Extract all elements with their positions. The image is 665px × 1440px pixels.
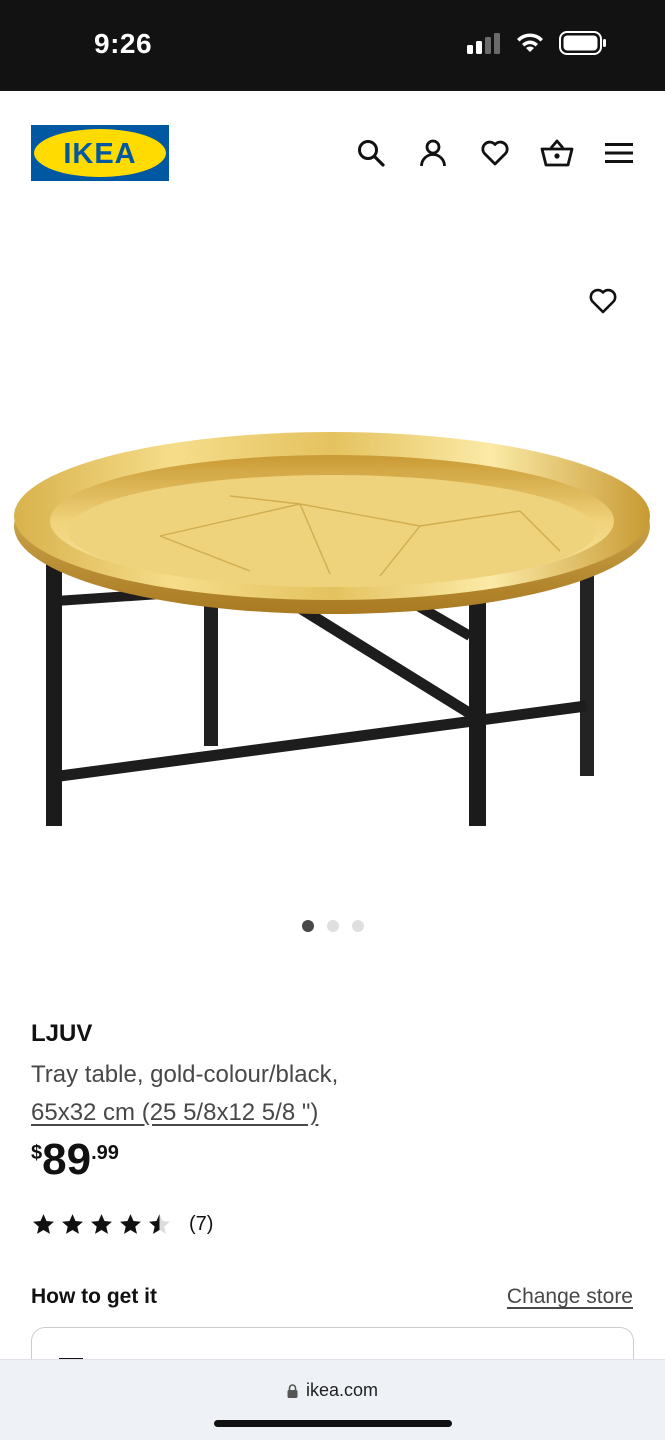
menu-button[interactable] — [601, 135, 637, 171]
ikea-logo[interactable]: IKEA — [31, 125, 169, 181]
wifi-icon — [517, 33, 543, 52]
star-icon — [62, 1214, 83, 1234]
gallery-dot[interactable] — [326, 920, 339, 932]
wishlist-button[interactable] — [477, 135, 513, 171]
account-button[interactable] — [415, 135, 451, 171]
rating-stars — [31, 1212, 172, 1237]
svg-text:IKEA: IKEA — [63, 138, 136, 170]
star-icon — [120, 1214, 141, 1234]
star-icon — [91, 1214, 112, 1234]
search-button[interactable] — [353, 135, 389, 171]
half-star-icon — [149, 1214, 170, 1234]
search-icon — [358, 140, 385, 167]
price-integer: 89 — [42, 1135, 92, 1184]
account-icon — [420, 139, 446, 167]
cellular-signal-icon — [467, 33, 500, 54]
product-price: $ 89 .99 — [31, 1136, 119, 1184]
gallery-pagination — [0, 920, 665, 932]
price-currency: $ — [31, 1142, 43, 1164]
status-time: 9:26 — [94, 28, 153, 59]
url-text: ikea.com — [305, 1380, 379, 1400]
wishlist-icon — [481, 140, 509, 166]
site-header: IKEA — [0, 91, 665, 216]
battery-icon — [559, 31, 606, 55]
status-bar: 9:26 — [0, 0, 665, 91]
browser-toolbar: ikea.com — [0, 1359, 665, 1440]
address-bar[interactable]: ikea.com — [0, 1380, 665, 1401]
status-icons — [467, 31, 607, 55]
basket-button[interactable] — [539, 135, 575, 171]
basket-icon — [540, 139, 574, 167]
menu-icon — [605, 143, 633, 163]
star-icon — [33, 1214, 54, 1234]
gallery-dot[interactable] — [351, 920, 364, 932]
add-to-favourites-button[interactable] — [584, 282, 622, 320]
change-store-link[interactable]: Change store — [507, 1285, 633, 1309]
review-count[interactable]: (7) — [189, 1213, 213, 1236]
price-decimal: .99 — [91, 1142, 119, 1164]
product-type: Tray table, gold-colour/black, — [31, 1061, 339, 1088]
product-name: LJUV — [31, 1020, 93, 1047]
lock-icon — [287, 1383, 298, 1398]
product-rating[interactable]: (7) — [31, 1212, 213, 1237]
gallery-dot[interactable] — [301, 920, 314, 932]
product-description: Tray table, gold-colour/black, 65x32 cm … — [31, 1056, 451, 1132]
home-indicator[interactable] — [214, 1420, 452, 1427]
product-size-link[interactable]: 65x32 cm (25 5/8x12 5/8 ") — [31, 1099, 318, 1126]
how-to-get-it-heading: How to get it — [31, 1285, 157, 1308]
product-image[interactable] — [0, 326, 665, 826]
product-gallery[interactable] — [0, 216, 665, 956]
header-actions — [353, 135, 637, 171]
heart-icon — [589, 288, 617, 314]
